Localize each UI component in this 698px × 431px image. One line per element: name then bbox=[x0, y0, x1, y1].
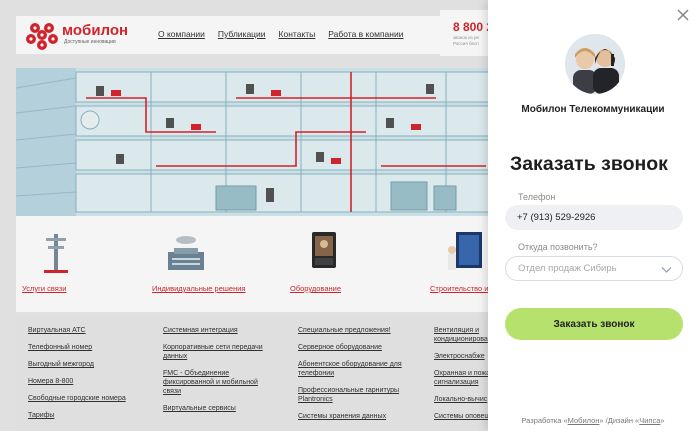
footer-link[interactable]: Абонентское оборудование для телефонии bbox=[298, 360, 413, 378]
footer-link[interactable]: Телефонный номер bbox=[28, 343, 158, 352]
service-label[interactable]: Услуги связи bbox=[22, 284, 67, 293]
footer-link[interactable]: Номера 8-800 bbox=[28, 377, 158, 386]
main-nav: О компании Публикации Контакты Работа в … bbox=[158, 29, 403, 39]
department-select[interactable]: Отдел продаж Сибирь bbox=[505, 256, 683, 281]
department-select-value: Отдел продаж Сибирь bbox=[518, 263, 617, 274]
office-building-illustration bbox=[16, 68, 506, 216]
company-name: Мобилон Телекоммуникации bbox=[521, 104, 665, 115]
footer-link[interactable]: Профессиональные гарнитуры Plantronics bbox=[298, 386, 413, 404]
phone-input-value: +7 (913) 529-2926 bbox=[517, 212, 596, 223]
credits-dev-link[interactable]: Мобилон bbox=[568, 416, 600, 425]
operators-avatar bbox=[565, 34, 625, 94]
building-icon bbox=[168, 236, 204, 270]
footer-link[interactable]: Виртуальные сервисы bbox=[163, 404, 273, 413]
service-card[interactable]: Услуги связи bbox=[16, 216, 136, 312]
phone-label: Телефон bbox=[518, 192, 556, 202]
footer-link[interactable]: Системы хранения данных bbox=[298, 412, 413, 421]
from-label: Откуда позвонить? bbox=[518, 242, 598, 252]
operators-photo-icon bbox=[565, 34, 625, 94]
antenna-tower-icon bbox=[44, 234, 68, 273]
service-label[interactable]: Оборудование bbox=[290, 284, 341, 293]
footer-link[interactable]: Виртуальная АТС bbox=[28, 326, 158, 335]
phone-input[interactable]: +7 (913) 529-2926 bbox=[505, 205, 683, 230]
video-phone-icon bbox=[312, 232, 336, 268]
panel-title: Заказать звонок bbox=[510, 153, 668, 175]
footer-link[interactable]: Тарифы bbox=[28, 411, 158, 420]
close-icon[interactable] bbox=[676, 8, 690, 22]
footer-link[interactable]: Корпоративные сети передачи данных bbox=[163, 343, 273, 361]
logo-tagline: Доступные инновации bbox=[64, 39, 116, 45]
site-header: мобилон Доступные инновации О компании П… bbox=[16, 16, 440, 54]
service-card[interactable]: Оборудование bbox=[284, 216, 404, 312]
links-column: Специальные предложения! Серверное обору… bbox=[298, 326, 413, 429]
order-call-button[interactable]: Заказать звонок bbox=[505, 308, 683, 340]
footer-links: Виртуальная АТС Телефонный номер Выгодны… bbox=[16, 318, 506, 431]
chevron-down-icon bbox=[661, 267, 672, 273]
service-card[interactable]: Индивидуальные решения bbox=[146, 216, 266, 312]
nav-careers[interactable]: Работа в компании bbox=[328, 29, 403, 39]
links-column: Виртуальная АТС Телефонный номер Выгодны… bbox=[28, 326, 158, 428]
logo-flower-icon bbox=[26, 23, 58, 50]
hero-illustration bbox=[16, 68, 506, 216]
service-label[interactable]: Строительство ин bbox=[430, 284, 493, 293]
nav-about[interactable]: О компании bbox=[158, 29, 205, 39]
logo[interactable]: мобилон Доступные инновации bbox=[26, 20, 136, 50]
nav-publications[interactable]: Публикации bbox=[218, 29, 266, 39]
callback-panel: Мобилон Телекоммуникации Заказать звонок… bbox=[488, 0, 698, 431]
logo-text: мобилон bbox=[62, 22, 129, 39]
credits: Разработка «Мобилон» /Дизайн «Чипса» bbox=[521, 416, 665, 425]
services-strip: Услуги связи Индивидуальные решения Обор… bbox=[16, 216, 506, 312]
footer-link[interactable]: Свободные городские номера bbox=[28, 394, 158, 403]
credits-design-link[interactable]: Чипса bbox=[639, 416, 660, 425]
construction-icon bbox=[448, 232, 482, 270]
service-label[interactable]: Индивидуальные решения bbox=[152, 284, 245, 293]
links-column: Системная интеграция Корпоративные сети … bbox=[163, 326, 273, 421]
phone-note: звонок из ре Россия бесп bbox=[453, 35, 479, 46]
nav-contacts[interactable]: Контакты bbox=[279, 29, 316, 39]
footer-link[interactable]: Выгодный межгород bbox=[28, 360, 158, 369]
footer-link[interactable]: Системная интеграция bbox=[163, 326, 273, 335]
footer-link[interactable]: Серверное оборудование bbox=[298, 343, 413, 352]
footer-link[interactable]: Специальные предложения! bbox=[298, 326, 413, 335]
footer-link[interactable]: FMC - Объединение фиксированной и мобиль… bbox=[163, 369, 273, 396]
